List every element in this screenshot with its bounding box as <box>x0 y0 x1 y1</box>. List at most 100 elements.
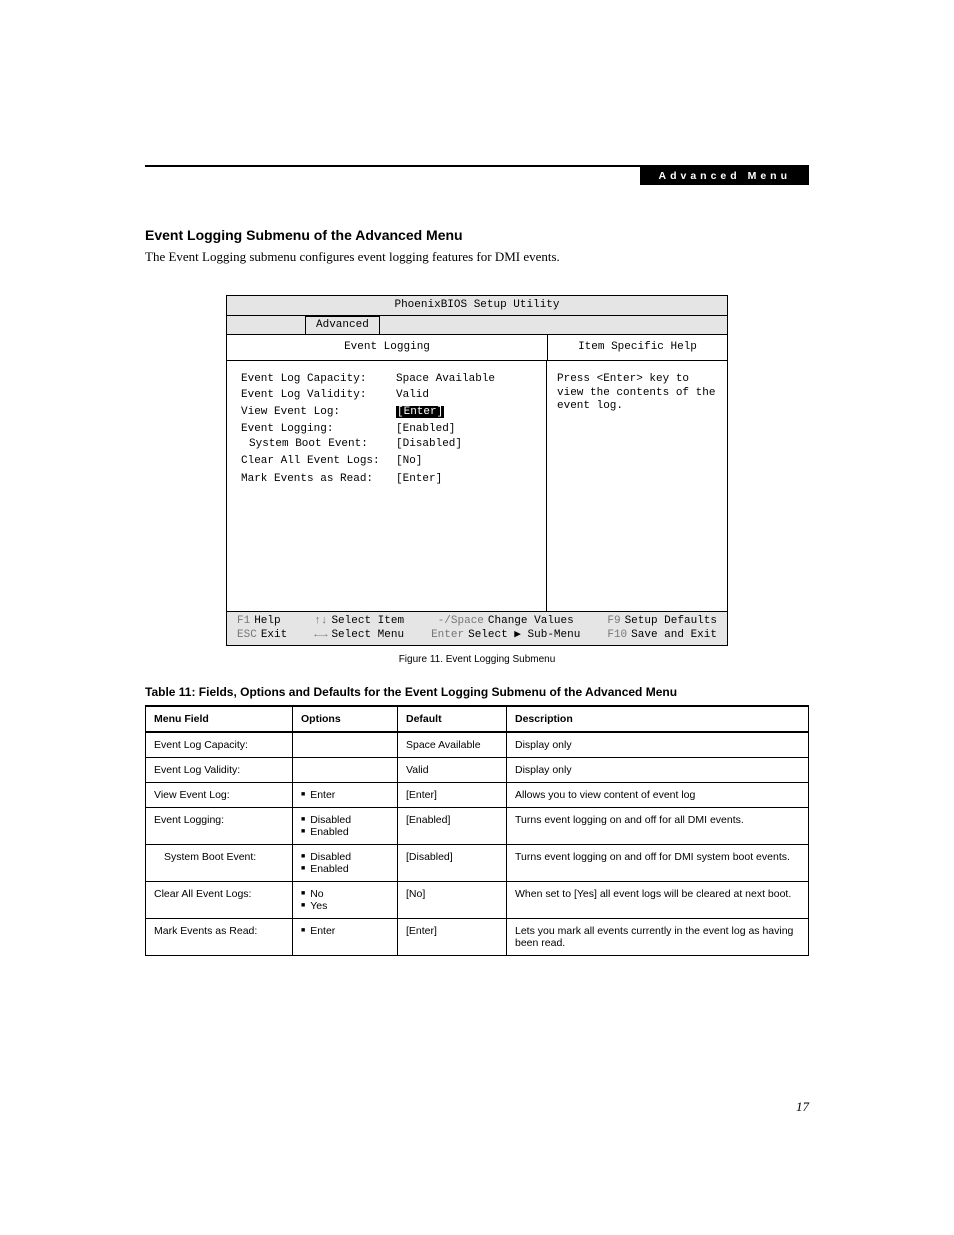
bios-field-row: Event Logging:[Enabled] <box>241 423 532 436</box>
bios-field-label: View Event Log: <box>241 406 396 419</box>
bios-footer: F1Help ↑↓Select Item -/SpaceChange Value… <box>227 612 727 644</box>
bios-field-value[interactable]: Valid <box>396 389 532 402</box>
bios-subhead-right: Item Specific Help <box>548 335 727 360</box>
bios-field-label: Event Log Capacity: <box>241 373 396 386</box>
cell-default: [Enter] <box>398 918 507 955</box>
bios-field-row: Mark Events as Read:[Enter] <box>241 473 532 486</box>
key-f9: F9 <box>607 615 624 627</box>
bios-tab-advanced[interactable]: Advanced <box>305 316 380 334</box>
cell-menu-field: System Boot Event: <box>146 844 293 881</box>
key-enter: Enter <box>431 629 468 641</box>
bios-field-label: System Boot Event: <box>241 438 396 451</box>
table-row: Event Log Validity: ValidDisplay only <box>146 757 809 782</box>
section-title: Event Logging Submenu of the Advanced Me… <box>145 227 809 243</box>
bios-field-value[interactable]: [Disabled] <box>396 438 532 451</box>
key-f9-label: Setup Defaults <box>625 615 717 627</box>
option-item: Enabled <box>301 863 389 875</box>
option-item: No <box>301 888 389 900</box>
bios-field-row: View Event Log:[Enter] <box>241 406 532 419</box>
th-description: Description <box>507 706 809 732</box>
table-row: Mark Events as Read: Enter [Enter]Lets you… <box>146 918 809 955</box>
cell-description: Display only <box>507 757 809 782</box>
key-f1: F1 <box>237 615 254 627</box>
cell-menu-field: Event Logging: <box>146 807 293 844</box>
cell-options <box>293 732 398 758</box>
table-row: System Boot Event:DisabledEnabled[Disabl… <box>146 844 809 881</box>
bios-field-value[interactable]: Space Available <box>396 373 532 386</box>
cell-description: Lets you mark all events currently in th… <box>507 918 809 955</box>
bios-field-value[interactable]: [No] <box>396 455 532 468</box>
table-row: Event Logging:DisabledEnabled[Enabled]Tu… <box>146 807 809 844</box>
key-esc-label: Exit <box>261 629 287 641</box>
key-leftright-label: Select Menu <box>331 629 404 641</box>
bios-field-value[interactable]: [Enabled] <box>396 423 532 436</box>
bios-field-label: Event Logging: <box>241 423 396 436</box>
table-caption: Table 11: Fields, Options and Defaults f… <box>145 685 809 699</box>
table-row: Clear All Event Logs:NoYes[No]When set t… <box>146 881 809 918</box>
bios-field-row: Clear All Event Logs:[No] <box>241 455 532 468</box>
cell-default: Space Available <box>398 732 507 758</box>
bios-body: Event Log Capacity:Space AvailableEvent … <box>227 361 727 612</box>
cell-menu-field: Event Log Capacity: <box>146 732 293 758</box>
th-menu-field: Menu Field <box>146 706 293 732</box>
cell-options: DisabledEnabled <box>293 844 398 881</box>
cell-description: Allows you to view content of event log <box>507 782 809 807</box>
key-f1-label: Help <box>254 615 280 627</box>
cell-default: [Disabled] <box>398 844 507 881</box>
cell-menu-field: View Event Log: <box>146 782 293 807</box>
cell-default: [No] <box>398 881 507 918</box>
bios-field-label: Clear All Event Logs: <box>241 455 396 468</box>
cell-menu-field: Clear All Event Logs: <box>146 881 293 918</box>
bios-title: PhoenixBIOS Setup Utility <box>227 296 727 316</box>
bios-screen: PhoenixBIOS Setup Utility Advanced Event… <box>226 295 728 646</box>
option-item: Disabled <box>301 814 389 826</box>
option-item: Disabled <box>301 851 389 863</box>
cell-default: [Enabled] <box>398 807 507 844</box>
section-intro: The Event Logging submenu configures eve… <box>145 249 809 265</box>
key-updown: ↑↓ <box>314 615 331 627</box>
bios-help-text: Press <Enter> key to view the contents o… <box>547 361 727 611</box>
key-updown-label: Select Item <box>331 615 404 627</box>
key-leftright: ←→ <box>314 629 331 641</box>
cell-description: Display only <box>507 732 809 758</box>
cell-menu-field: Event Log Validity: <box>146 757 293 782</box>
cell-options <box>293 757 398 782</box>
bios-field-label: Event Log Validity: <box>241 389 396 402</box>
cell-options: DisabledEnabled <box>293 807 398 844</box>
cell-options: NoYes <box>293 881 398 918</box>
key-space-label: Change Values <box>488 615 574 627</box>
bios-field-value[interactable]: [Enter] <box>396 473 532 486</box>
key-f10: F10 <box>607 629 631 641</box>
bios-field-value[interactable]: [Enter] <box>396 406 532 419</box>
option-item: Enter <box>301 925 389 937</box>
bios-field-row: Event Log Validity:Valid <box>241 389 532 402</box>
header-rule: Advanced Menu <box>145 165 809 189</box>
th-default: Default <box>398 706 507 732</box>
cell-description: Turns event logging on and off for DMI s… <box>507 844 809 881</box>
th-options: Options <box>293 706 398 732</box>
bios-tabs: Advanced <box>227 316 727 335</box>
cell-default: [Enter] <box>398 782 507 807</box>
option-item: Yes <box>301 900 389 912</box>
figure-caption: Figure 11. Event Logging Submenu <box>145 654 809 665</box>
bios-field-row: System Boot Event:[Disabled] <box>241 438 532 451</box>
bios-fields: Event Log Capacity:Space AvailableEvent … <box>227 361 547 611</box>
bios-field-row: Event Log Capacity:Space Available <box>241 373 532 386</box>
bios-subheader: Event Logging Item Specific Help <box>227 335 727 361</box>
table-row: Event Log Capacity: Space AvailableDispla… <box>146 732 809 758</box>
option-item: Enabled <box>301 826 389 838</box>
key-esc: ESC <box>237 629 261 641</box>
option-item: Enter <box>301 789 389 801</box>
cell-menu-field: Mark Events as Read: <box>146 918 293 955</box>
bios-subhead-left: Event Logging <box>227 335 548 360</box>
cell-options: Enter <box>293 918 398 955</box>
cell-description: When set to [Yes] all event logs will be… <box>507 881 809 918</box>
cell-default: Valid <box>398 757 507 782</box>
table-row: View Event Log: Enter [Enter]Allows you to… <box>146 782 809 807</box>
key-space: -/Space <box>438 615 488 627</box>
bios-field-label: Mark Events as Read: <box>241 473 396 486</box>
cell-description: Turns event logging on and off for all D… <box>507 807 809 844</box>
key-enter-label: Select ▶ Sub-Menu <box>468 629 580 641</box>
fields-table: Menu Field Options Default Description E… <box>145 705 809 956</box>
page-number: 17 <box>796 1099 809 1115</box>
